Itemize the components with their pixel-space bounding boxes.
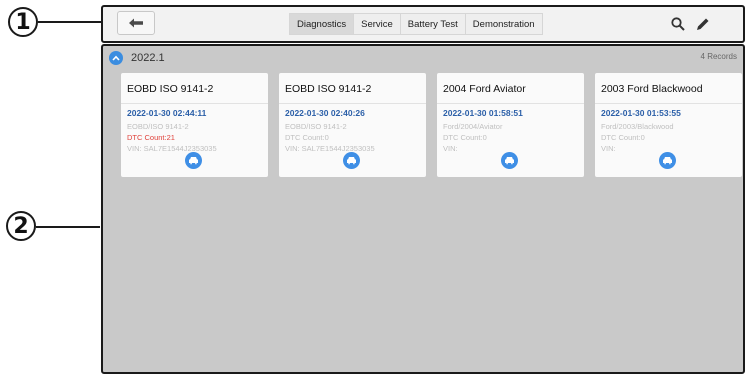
vehicle-button[interactable]: [659, 152, 676, 169]
chevron-up-icon: [112, 55, 120, 61]
card-dtc-count: DTC Count:0: [443, 133, 487, 142]
car-icon: [663, 157, 672, 165]
card-title: 2003 Ford Blackwood: [601, 83, 703, 95]
card-divider: [595, 103, 742, 104]
card-path: EOBD/ISO 9141-2: [285, 122, 347, 131]
callout-2-leader: [36, 226, 100, 228]
card-title: EOBD ISO 9141-2: [285, 83, 372, 95]
card-divider: [437, 103, 584, 104]
card-date: 2022-01-30 02:44:11: [127, 108, 207, 118]
card-dtc-count: DTC Count:21: [127, 133, 175, 142]
group-title: 2022.1: [131, 52, 165, 64]
history-card[interactable]: 2003 Ford Blackwood 2022-01-30 01:53:55 …: [595, 73, 742, 177]
card-vin: VIN:: [601, 144, 616, 153]
callout-2: 2: [6, 211, 36, 241]
history-card[interactable]: EOBD ISO 9141-2 2022-01-30 02:44:11 EOBD…: [121, 73, 268, 177]
card-path: EOBD/ISO 9141-2: [127, 122, 189, 131]
vehicle-button[interactable]: [501, 152, 518, 169]
card-divider: [279, 103, 426, 104]
card-divider: [121, 103, 268, 104]
tab-battery-test[interactable]: Battery Test: [400, 13, 466, 35]
tab-demonstration[interactable]: Demonstration: [465, 13, 543, 35]
record-count: 4 Records: [700, 52, 737, 61]
card-date: 2022-01-30 01:58:51: [443, 108, 523, 118]
callout-1-leader: [38, 21, 102, 23]
card-dtc-count: DTC Count:0: [285, 133, 329, 142]
car-icon: [189, 157, 198, 165]
car-icon: [505, 157, 514, 165]
vehicle-button[interactable]: [343, 152, 360, 169]
callout-1: 1: [8, 7, 38, 37]
card-vin: VIN:: [443, 144, 458, 153]
collapse-button[interactable]: [109, 51, 123, 65]
card-vin: VIN: SAL7E1544J2353035: [127, 144, 217, 153]
mode-tabs: Diagnostics Service Battery Test Demonst…: [289, 13, 543, 35]
card-path: Ford/2004/Aviator: [443, 122, 503, 131]
card-title: 2004 Ford Aviator: [443, 83, 526, 95]
card-vin: VIN: SAL7E1544J2353035: [285, 144, 375, 153]
card-date: 2022-01-30 01:53:55: [601, 108, 681, 118]
tab-service[interactable]: Service: [354, 13, 401, 35]
top-toolbar: Diagnostics Service Battery Test Demonst…: [101, 5, 745, 43]
card-title: EOBD ISO 9141-2: [127, 83, 214, 95]
card-date: 2022-01-30 02:40:26: [285, 108, 365, 118]
tab-diagnostics[interactable]: Diagnostics: [289, 13, 355, 35]
back-arrow-icon: [129, 18, 143, 28]
card-dtc-count: DTC Count:0: [601, 133, 645, 142]
group-header: 2022.1 4 Records: [109, 50, 737, 68]
history-panel: 2022.1 4 Records EOBD ISO 9141-2 2022-01…: [101, 44, 745, 374]
search-icon[interactable]: [670, 16, 686, 32]
back-button[interactable]: [117, 11, 155, 35]
car-icon: [347, 157, 356, 165]
card-path: Ford/2003/Blackwood: [601, 122, 674, 131]
vehicle-button[interactable]: [185, 152, 202, 169]
history-card[interactable]: EOBD ISO 9141-2 2022-01-30 02:40:26 EOBD…: [279, 73, 426, 177]
edit-icon[interactable]: [695, 16, 711, 32]
history-card[interactable]: 2004 Ford Aviator 2022-01-30 01:58:51 Fo…: [437, 73, 584, 177]
